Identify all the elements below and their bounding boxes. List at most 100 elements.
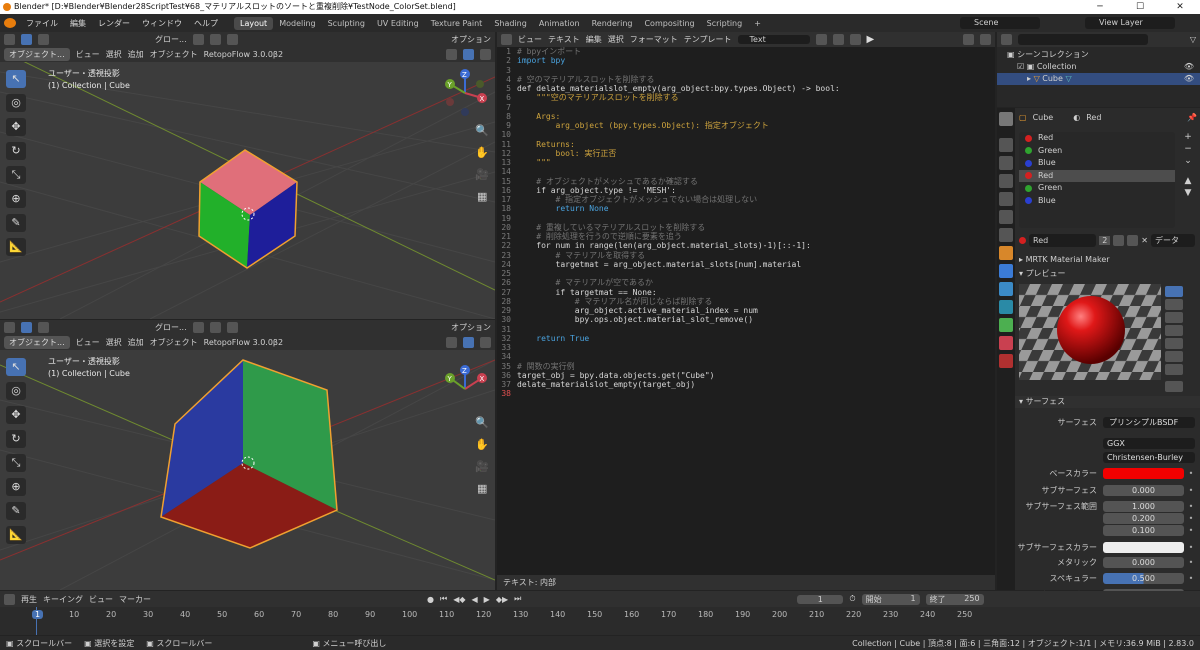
blender-menu-icon[interactable] — [4, 18, 16, 28]
text-menu-format[interactable]: フォーマット — [630, 34, 678, 45]
preview-sphere-icon[interactable] — [1165, 286, 1183, 297]
maximize-button[interactable]: ☐ — [1120, 0, 1160, 14]
start-frame-field[interactable]: 開始 1 — [861, 593, 920, 605]
property-value-field[interactable]: 1.000 — [1103, 501, 1184, 512]
tab-animation[interactable]: Animation — [533, 17, 586, 30]
material-preview-icon[interactable] — [1019, 237, 1026, 244]
tab-shading[interactable]: Shading — [488, 17, 533, 30]
visibility-eye-icon[interactable]: 👁 — [1184, 61, 1194, 73]
tool-tab-icon[interactable] — [999, 112, 1013, 126]
code-line[interactable]: 25 — [497, 269, 995, 278]
text-menu-text[interactable]: テキスト — [548, 34, 580, 45]
retopoflow-menu[interactable]: RetopoFlow 3.0.0β2 — [204, 50, 283, 59]
preview-cube-icon[interactable] — [1165, 299, 1183, 310]
prev-key-icon[interactable]: ◀◆ — [453, 595, 465, 604]
code-line[interactable]: 17 # 指定オブジェクトがメッシュでない場合は処理しない — [497, 195, 995, 204]
preview-monkey-icon[interactable] — [1165, 338, 1183, 349]
rotate-tool-icon[interactable]: ↻ — [6, 142, 26, 160]
material-slot-list[interactable]: Red Green Blue Red Green Blue — [1019, 132, 1175, 228]
editor-type-icon-2[interactable] — [4, 322, 15, 333]
outliner-search-input[interactable] — [1018, 34, 1148, 45]
property-value-field[interactable] — [1103, 542, 1184, 553]
tab-scripting[interactable]: Scripting — [701, 17, 749, 30]
line-numbers-icon[interactable] — [963, 34, 974, 45]
keyframe-dot-icon[interactable]: • — [1187, 469, 1195, 478]
xray-icon-2[interactable] — [463, 337, 474, 348]
scene-selector[interactable]: Scene — [960, 17, 1040, 29]
preview-hair-icon[interactable] — [1165, 325, 1183, 336]
scale-tool-icon[interactable]: ⤡ — [6, 166, 26, 184]
cube-row[interactable]: ▸ ▽ Cube ▽ 👁 — [997, 73, 1200, 85]
property-value-field[interactable]: 0.000 — [1103, 485, 1184, 496]
physics-tab-icon[interactable] — [999, 300, 1013, 314]
keyframe-dot-icon[interactable]: • — [1187, 543, 1195, 552]
outliner-type-icon[interactable] — [1001, 34, 1012, 45]
code-line[interactable]: 26 # マテリアルが空であるか — [497, 278, 995, 287]
cursor-tool-icon-2[interactable]: ◎ — [6, 382, 26, 400]
annotate-tool-icon-2[interactable]: ✎ — [6, 502, 26, 520]
material-slot-item[interactable]: Green — [1019, 182, 1175, 195]
code-line[interactable]: 38 — [497, 389, 995, 398]
measure-tool-icon[interactable]: 📐 — [6, 238, 26, 256]
annotate-tool-icon[interactable]: ✎ — [6, 214, 26, 232]
transform-tool-icon-2[interactable]: ⊕ — [6, 478, 26, 496]
tab-modeling[interactable]: Modeling — [273, 17, 321, 30]
link-dropdown[interactable]: データ — [1151, 234, 1195, 247]
mode-selector[interactable]: オブジェクト... — [4, 48, 70, 61]
word-wrap-icon[interactable] — [980, 34, 991, 45]
property-value-field[interactable]: 0.100 — [1103, 525, 1184, 536]
proportional-icon-2[interactable] — [226, 322, 238, 333]
menu-file[interactable]: ファイル — [20, 18, 64, 29]
unlink-material-icon[interactable]: ✕ — [1141, 236, 1148, 245]
material-name-field[interactable]: Red — [1029, 234, 1097, 247]
distribution-dropdown[interactable]: GGX — [1103, 438, 1195, 449]
material-slot-item[interactable]: Red — [1019, 169, 1175, 182]
keyframe-dot-icon[interactable]: • — [1187, 486, 1195, 495]
surface-shader-dropdown[interactable]: プリンシプルBSDF — [1103, 417, 1195, 428]
code-line[interactable]: 14 — [497, 167, 995, 176]
surface-panel-header[interactable]: ▾ サーフェス — [1015, 396, 1200, 408]
camera-icon[interactable]: 🎥 — [475, 168, 489, 181]
code-line[interactable]: 15 # オブジェクトがメッシュであるか確認する — [497, 177, 995, 186]
timeline-menu-playback[interactable]: 再生 — [21, 594, 37, 605]
move-tool-icon-2[interactable]: ✥ — [6, 406, 26, 424]
visibility-eye-icon-2[interactable]: 👁 — [1184, 73, 1194, 85]
tab-layout[interactable]: Layout — [234, 16, 274, 30]
object-menu[interactable]: オブジェクト — [150, 49, 198, 60]
end-frame-field[interactable]: 終了 250 — [925, 593, 984, 605]
proportional-icon[interactable] — [226, 34, 238, 45]
scene-tab-icon[interactable] — [999, 192, 1013, 206]
select-menu[interactable]: 選択 — [106, 49, 122, 60]
code-line[interactable]: 29 arg_object.active_material_index = nu… — [497, 306, 995, 315]
transform-orientation-2[interactable]: グロー... — [155, 322, 187, 333]
viewport-top[interactable]: グロー... オプション オブジェクト... ビュー 選択 追加 オブジェクト … — [0, 32, 495, 319]
object-tab-icon[interactable] — [999, 246, 1013, 260]
open-text-icon[interactable] — [832, 34, 844, 45]
code-line[interactable]: 20 # 重複しているマテリアルスロットを削除する — [497, 223, 995, 232]
tab-sculpting[interactable]: Sculpting — [322, 17, 371, 30]
keyframe-dot-icon[interactable]: • — [1187, 558, 1195, 567]
preview-fluid-icon[interactable] — [1165, 364, 1183, 375]
code-line[interactable]: 34 — [497, 352, 995, 361]
navigation-gizmo-2[interactable]: Z X Y — [440, 364, 490, 414]
render-tab-icon[interactable] — [999, 138, 1013, 152]
code-line[interactable]: 30 bpy.ops.object.material_slot_remove() — [497, 315, 995, 324]
code-line[interactable]: 24 targetmat = arg_object.material_slots… — [497, 260, 995, 269]
code-line[interactable]: 22 for num in range(len(arg_object.mater… — [497, 241, 995, 250]
record-icon[interactable]: ● — [427, 595, 434, 604]
view-menu-2[interactable]: ビュー — [76, 337, 100, 348]
rotate-tool-icon-2[interactable]: ↻ — [6, 430, 26, 448]
property-value-field[interactable]: 0.200 — [1103, 513, 1184, 524]
tab-rendering[interactable]: Rendering — [586, 17, 639, 30]
text-menu-templates[interactable]: テンプレート — [684, 34, 732, 45]
slot-specials-button[interactable]: ⌄ — [1184, 156, 1192, 166]
overlay-icon-2[interactable] — [446, 337, 457, 348]
particles-tab-icon[interactable] — [999, 282, 1013, 296]
viewport-bottom[interactable]: グロー... オプション オブジェクト... ビュー 選択 追加 オブジェクト … — [0, 320, 495, 590]
mode-selector-2[interactable]: オブジェクト... — [4, 336, 70, 349]
property-value-field[interactable]: 0.500 — [1103, 573, 1184, 584]
text-menu-edit[interactable]: 編集 — [586, 34, 602, 45]
pin-icon[interactable]: 📌 — [1187, 113, 1197, 122]
select-tool-icon-2[interactable]: ↖ — [6, 358, 26, 376]
add-menu-2[interactable]: 追加 — [128, 337, 144, 348]
